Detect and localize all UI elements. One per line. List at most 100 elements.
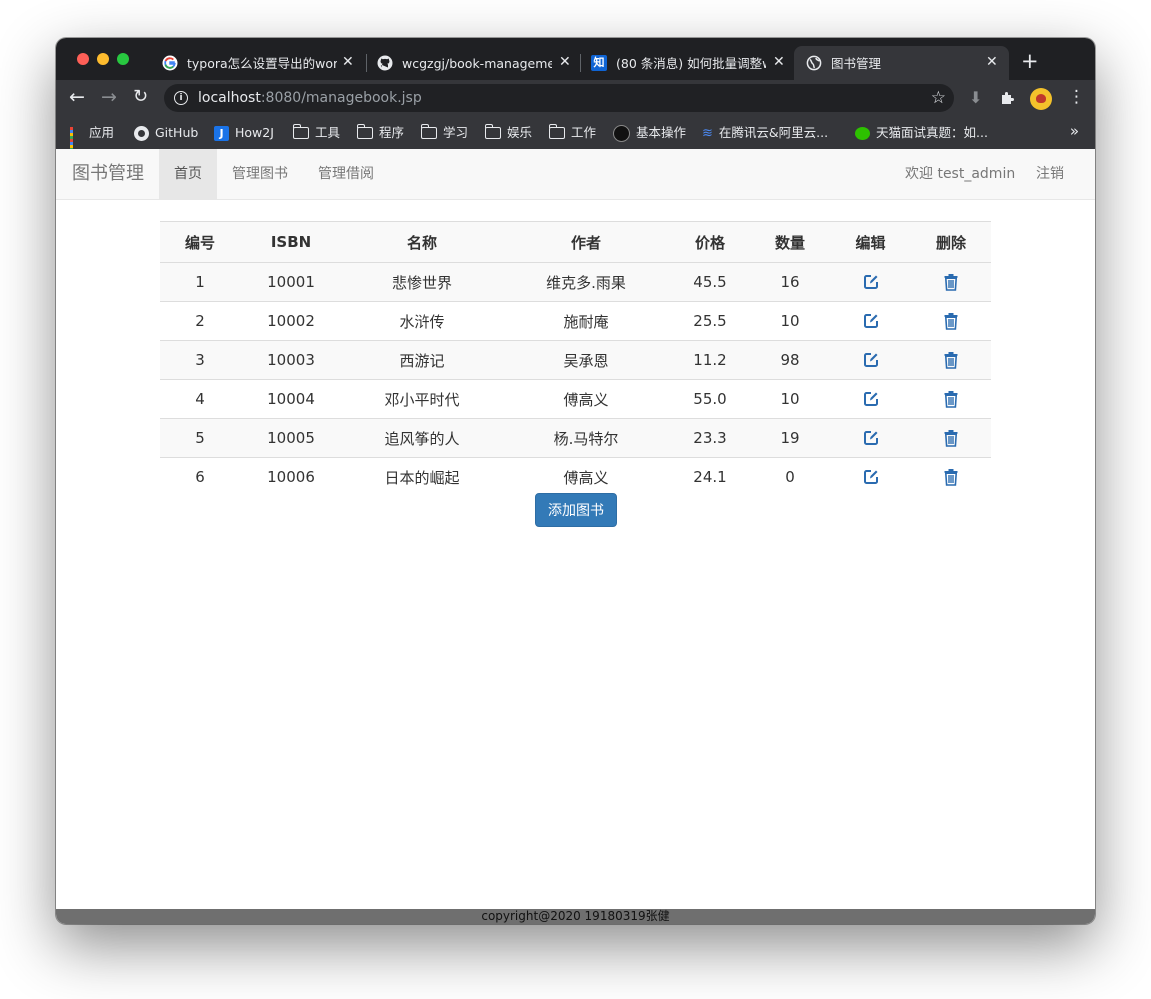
- bookmark-folder-programs[interactable]: 程序: [357, 123, 405, 141]
- new-tab-icon[interactable]: +: [1021, 49, 1039, 73]
- table-row: 1 10001 悲惨世界 维克多.雨果 45.5 16: [160, 262, 991, 302]
- bookmark-folder-work[interactable]: 工作: [549, 123, 596, 141]
- how2j-icon: J: [214, 126, 229, 141]
- cell-isbn: 10005: [240, 418, 342, 458]
- bookmark-folder-fun[interactable]: 娱乐: [485, 123, 532, 141]
- bookmark-label: 应用: [89, 125, 115, 140]
- globe-icon: [806, 55, 822, 71]
- edit-icon[interactable]: [862, 351, 880, 369]
- bookmark-github[interactable]: GitHub: [134, 124, 198, 141]
- edit-icon[interactable]: [862, 312, 880, 330]
- add-book-button[interactable]: 添加图书: [535, 493, 617, 527]
- header-edit: 编辑: [830, 221, 911, 263]
- cell-id: 3: [160, 340, 240, 380]
- bookmark-folder-study[interactable]: 学习: [421, 123, 468, 141]
- bookmark-basic-ops[interactable]: 基本操作: [613, 124, 686, 142]
- browser-tab[interactable]: wcgzgj/book-management ✕: [365, 46, 581, 80]
- edit-icon[interactable]: [862, 273, 880, 291]
- address-bar[interactable]: i localhost:8080/managebook.jsp ☆: [164, 84, 954, 112]
- bookmarks-bar: 应用 GitHub J How2J 工具 程序 学习 娱乐 工作 基本操作 ≋ 在腾…: [56, 116, 1095, 154]
- table-row: 2 10002 水浒传 施耐庵 25.5 10: [160, 301, 991, 341]
- browser-tab[interactable]: 知 (80 条消息) 如何批量调整w ✕: [579, 46, 794, 80]
- cell-price: 23.3: [670, 418, 750, 458]
- table-row: 5 10005 追风筝的人 杨.马特尔 23.3 19: [160, 418, 991, 458]
- minimize-window-button[interactable]: [97, 53, 109, 65]
- cell-price: 55.0: [670, 379, 750, 419]
- zhihu-icon: 知: [591, 55, 607, 71]
- cell-edit: [830, 262, 911, 302]
- url-text[interactable]: localhost:8080/managebook.jsp: [198, 90, 422, 107]
- page-content: 图书管理 首页 管理图书 管理借阅 欢迎 test_admin 注销 编号 IS…: [56, 149, 1095, 924]
- close-window-button[interactable]: [77, 53, 89, 65]
- cell-id: 2: [160, 301, 240, 341]
- browser-tab[interactable]: typora怎么设置导出的word ✕: [150, 46, 366, 80]
- bookmarks-overflow-icon[interactable]: »: [1070, 122, 1079, 140]
- folder-icon: [421, 123, 437, 139]
- bookmark-label: 天猫面试真题：如...: [876, 125, 988, 140]
- bookmark-apps[interactable]: 应用: [70, 124, 115, 154]
- close-icon[interactable]: ✕: [342, 54, 354, 70]
- cell-edit: [830, 340, 911, 380]
- browser-tab-active[interactable]: 图书管理 ✕: [794, 46, 1009, 80]
- cell-quantity: 10: [750, 379, 830, 419]
- reload-icon[interactable]: ↻: [133, 86, 148, 107]
- bookmark-how2j[interactable]: J How2J: [214, 124, 274, 141]
- cell-name: 水浒传: [342, 301, 502, 341]
- bookmark-tmall[interactable]: 天猫面试真题：如...: [855, 124, 988, 141]
- nav-home[interactable]: 首页: [159, 149, 217, 199]
- edit-icon[interactable]: [862, 429, 880, 447]
- cell-quantity: 16: [750, 262, 830, 302]
- cell-delete: [911, 457, 991, 496]
- site-navbar: 图书管理 首页 管理图书 管理借阅 欢迎 test_admin 注销: [56, 149, 1095, 200]
- profile-avatar[interactable]: [1030, 88, 1052, 110]
- site-info-icon[interactable]: i: [174, 91, 188, 105]
- trash-icon[interactable]: [942, 351, 960, 369]
- edit-icon[interactable]: [862, 390, 880, 408]
- cell-author: 傅高义: [502, 457, 670, 496]
- tab-title: 图书管理: [831, 56, 882, 71]
- cell-edit: [830, 379, 911, 419]
- cell-price: 24.1: [670, 457, 750, 496]
- trash-icon[interactable]: [942, 429, 960, 447]
- cell-isbn: 10006: [240, 457, 342, 496]
- books-table: 编号 ISBN 名称 作者 价格 数量 编辑 删除 1 10001 悲惨世界 维…: [160, 221, 991, 496]
- trash-icon[interactable]: [942, 390, 960, 408]
- extensions-puzzle-icon[interactable]: [1000, 90, 1016, 106]
- cell-name: 追风筝的人: [342, 418, 502, 458]
- nav-manage-books[interactable]: 管理图书: [217, 149, 303, 199]
- cell-edit: [830, 457, 911, 496]
- brand-title[interactable]: 图书管理: [72, 163, 144, 185]
- trash-icon[interactable]: [942, 468, 960, 486]
- trash-icon[interactable]: [942, 273, 960, 291]
- cell-id: 6: [160, 457, 240, 496]
- cell-quantity: 98: [750, 340, 830, 380]
- nav-manage-borrow[interactable]: 管理借阅: [303, 149, 389, 199]
- header-name: 名称: [342, 221, 502, 263]
- cell-author: 施耐庵: [502, 301, 670, 341]
- url-path: :8080/managebook.jsp: [260, 90, 422, 106]
- trash-icon[interactable]: [942, 312, 960, 330]
- nav-logout[interactable]: 注销: [1021, 149, 1079, 199]
- bookmark-label: 程序: [379, 125, 405, 140]
- folder-icon: [485, 123, 501, 139]
- maximize-window-button[interactable]: [117, 53, 129, 65]
- folder-icon: [357, 123, 373, 139]
- edit-icon[interactable]: [862, 468, 880, 486]
- close-icon[interactable]: ✕: [773, 54, 785, 70]
- github-icon: [377, 55, 393, 71]
- cell-author: 杨.马特尔: [502, 418, 670, 458]
- url-host: localhost: [198, 90, 261, 106]
- bookmark-cloud[interactable]: ≋ 在腾讯云&阿里云...: [702, 124, 828, 141]
- bookmark-star-icon[interactable]: ☆: [931, 88, 946, 108]
- close-icon[interactable]: ✕: [986, 54, 998, 70]
- download-icon[interactable]: ⬇: [969, 88, 982, 107]
- cell-isbn: 10003: [240, 340, 342, 380]
- forward-arrow-icon[interactable]: →: [101, 86, 117, 108]
- cell-name: 日本的崛起: [342, 457, 502, 496]
- back-arrow-icon[interactable]: ←: [69, 86, 85, 108]
- apps-grid-icon: [70, 127, 83, 154]
- menu-kebab-icon[interactable]: ⋮: [1068, 87, 1085, 107]
- bookmark-folder-tools[interactable]: 工具: [293, 123, 340, 141]
- cell-id: 1: [160, 262, 240, 302]
- close-icon[interactable]: ✕: [559, 54, 571, 70]
